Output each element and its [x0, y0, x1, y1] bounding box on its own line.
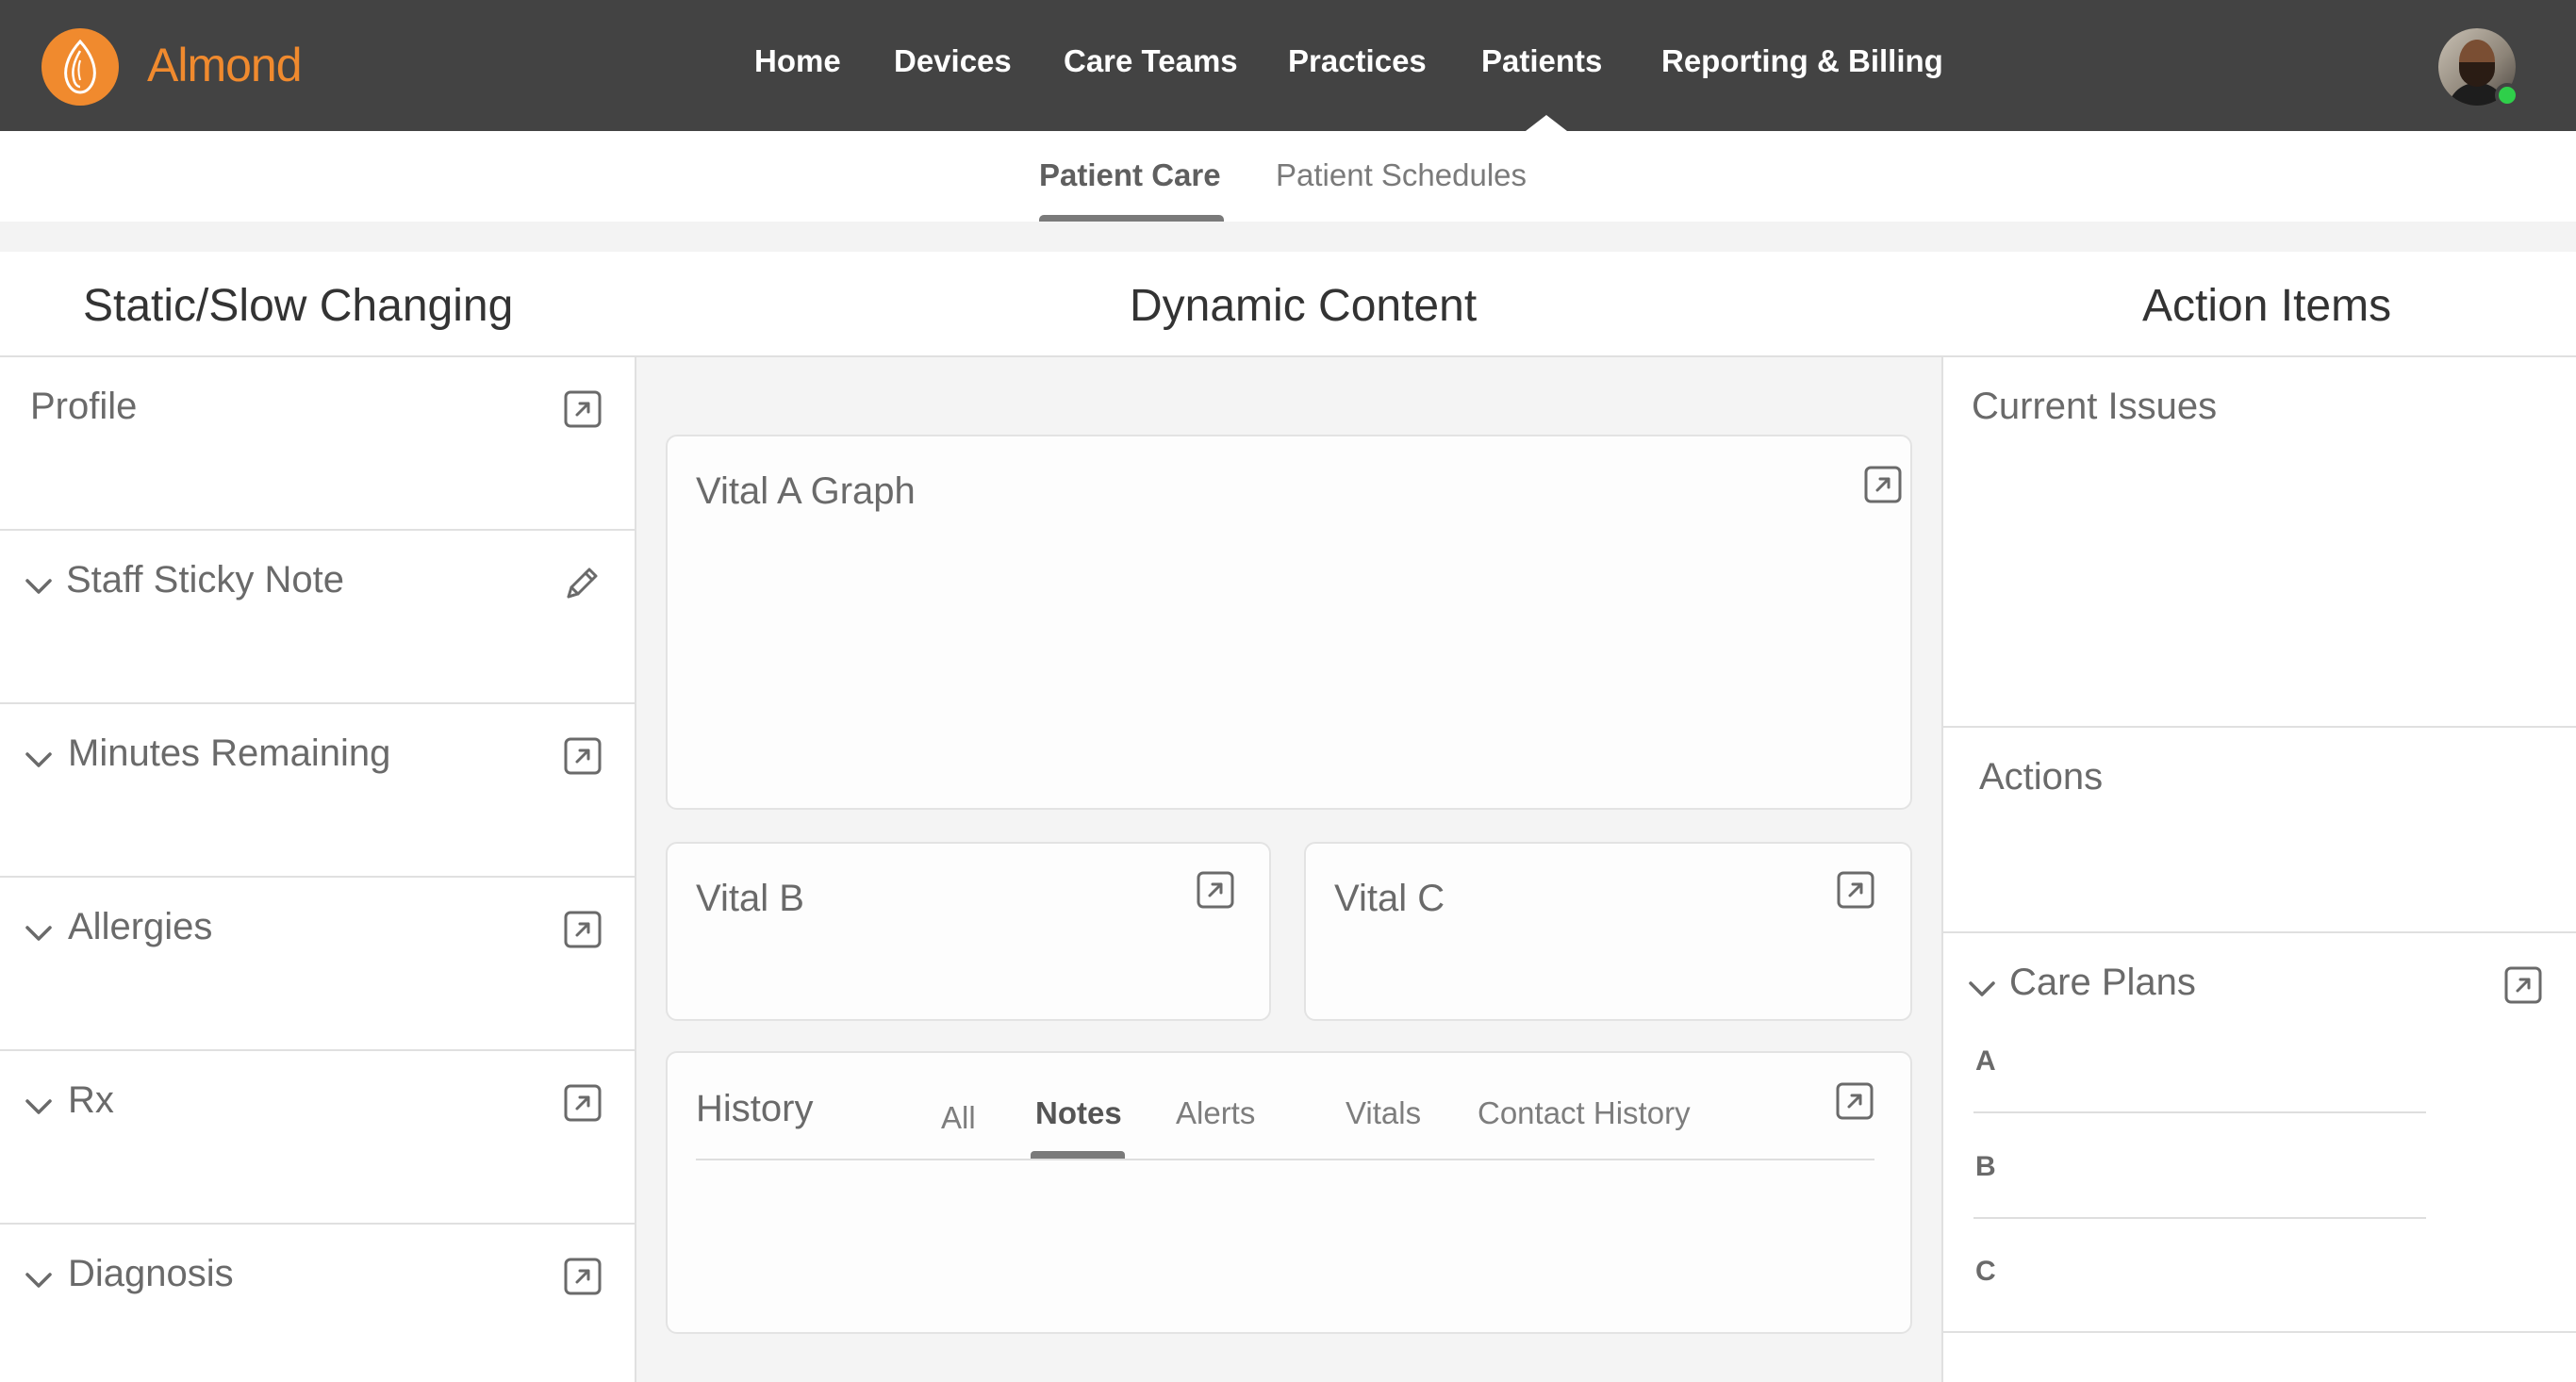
care-plan-divider	[1973, 1111, 2426, 1113]
care-plan-item[interactable]: B	[1975, 1151, 1996, 1183]
nav-item-practices[interactable]: Practices	[1288, 43, 1427, 79]
care-plan-divider	[1973, 1217, 2426, 1219]
section-divider	[0, 222, 2576, 252]
history-tabs-divider	[696, 1159, 1874, 1160]
panel-staff-sticky-note[interactable]: Staff Sticky Note	[0, 531, 635, 704]
expand-icon[interactable]	[563, 736, 603, 776]
history-tab-vitals[interactable]: Vitals	[1346, 1095, 1421, 1131]
nav-item-reporting-billing[interactable]: Reporting & Billing	[1661, 43, 1943, 79]
expand-icon[interactable]	[563, 389, 603, 429]
nav-item-home[interactable]: Home	[754, 43, 841, 79]
static-column: Profile Staff Sticky Note Minutes Remain…	[0, 357, 636, 1382]
nav-item-patients[interactable]: Patients	[1481, 43, 1602, 79]
expand-icon[interactable]	[2503, 965, 2543, 1005]
care-plan-item[interactable]: A	[1975, 1045, 1996, 1078]
panel-profile[interactable]: Profile	[0, 357, 635, 531]
panel-title-current-issues: Current Issues	[1972, 386, 2218, 427]
subtab-patient-care[interactable]: Patient Care	[1039, 157, 1221, 193]
panel-rx[interactable]: Rx	[0, 1051, 635, 1225]
panel-allergies[interactable]: Allergies	[0, 878, 635, 1051]
card-title-vital-a: Vital A Graph	[696, 470, 916, 512]
expand-icon[interactable]	[1835, 1081, 1874, 1121]
top-navigation-bar: Almond Home Devices Care Teams Practices…	[0, 0, 2576, 131]
column-header-static: Static/Slow Changing	[83, 281, 514, 331]
chevron-down-icon[interactable]	[1968, 975, 1996, 1003]
pencil-icon[interactable]	[563, 563, 603, 602]
brand-name[interactable]: Almond	[147, 38, 303, 92]
chevron-down-icon[interactable]	[25, 1266, 53, 1294]
panel-title-minutes-remaining: Minutes Remaining	[68, 732, 391, 774]
column-header-dynamic: Dynamic Content	[1130, 281, 1478, 331]
panel-title-care-plans: Care Plans	[2009, 962, 2196, 1003]
column-header-action-items: Action Items	[2142, 281, 2392, 331]
care-plan-item[interactable]: C	[1975, 1256, 1996, 1288]
expand-icon[interactable]	[563, 1257, 603, 1296]
panel-title-rx: Rx	[68, 1079, 114, 1121]
card-vital-b[interactable]: Vital B	[666, 842, 1271, 1021]
dynamic-column: Vital A Graph Vital B Vital C History Al…	[636, 357, 1941, 1382]
expand-icon[interactable]	[563, 1083, 603, 1123]
card-history: History All Notes Alerts Vitals Contact …	[666, 1051, 1912, 1334]
history-tab-notes[interactable]: Notes	[1035, 1095, 1122, 1131]
subtab-patient-schedules[interactable]: Patient Schedules	[1276, 157, 1527, 193]
card-vital-a-graph[interactable]: Vital A Graph	[666, 435, 1912, 810]
active-nav-indicator	[1526, 115, 1567, 131]
panel-title-profile: Profile	[30, 386, 138, 427]
active-history-tab-indicator	[1031, 1151, 1125, 1159]
card-title-vital-c: Vital C	[1334, 878, 1445, 919]
expand-icon[interactable]	[1196, 870, 1235, 910]
card-vital-c[interactable]: Vital C	[1304, 842, 1912, 1021]
sub-navigation: Patient Care Patient Schedules	[0, 131, 2576, 223]
chevron-down-icon[interactable]	[25, 919, 53, 947]
history-tab-all[interactable]: All	[941, 1100, 976, 1136]
panel-title-staff-sticky-note: Staff Sticky Note	[66, 559, 344, 601]
card-title-history: History	[696, 1088, 814, 1129]
expand-icon[interactable]	[1863, 465, 1903, 504]
panel-actions[interactable]: Actions	[1943, 728, 2576, 933]
expand-icon[interactable]	[1836, 870, 1875, 910]
nav-item-devices[interactable]: Devices	[894, 43, 1012, 79]
panel-title-allergies: Allergies	[68, 906, 213, 947]
panel-minutes-remaining[interactable]: Minutes Remaining	[0, 704, 635, 878]
nav-item-care-teams[interactable]: Care Teams	[1064, 43, 1238, 79]
chevron-down-icon[interactable]	[25, 572, 53, 601]
online-status-icon	[2495, 83, 2519, 107]
almond-logo-icon[interactable]	[41, 28, 119, 106]
panel-diagnosis[interactable]: Diagnosis	[0, 1225, 635, 1382]
chevron-down-icon[interactable]	[25, 1093, 53, 1121]
panel-title-diagnosis: Diagnosis	[68, 1253, 234, 1294]
panel-title-actions: Actions	[1979, 756, 2104, 798]
expand-icon[interactable]	[563, 910, 603, 949]
chevron-down-icon[interactable]	[25, 746, 53, 774]
panel-current-issues[interactable]: Current Issues	[1943, 357, 2576, 728]
panel-care-plans: Care Plans A B C	[1943, 933, 2576, 1333]
history-tab-alerts[interactable]: Alerts	[1176, 1095, 1255, 1131]
card-title-vital-b: Vital B	[696, 878, 804, 919]
action-items-column: Current Issues Actions Care Plans A B C	[1941, 357, 2576, 1382]
history-tab-contact-history[interactable]: Contact History	[1478, 1095, 1691, 1131]
